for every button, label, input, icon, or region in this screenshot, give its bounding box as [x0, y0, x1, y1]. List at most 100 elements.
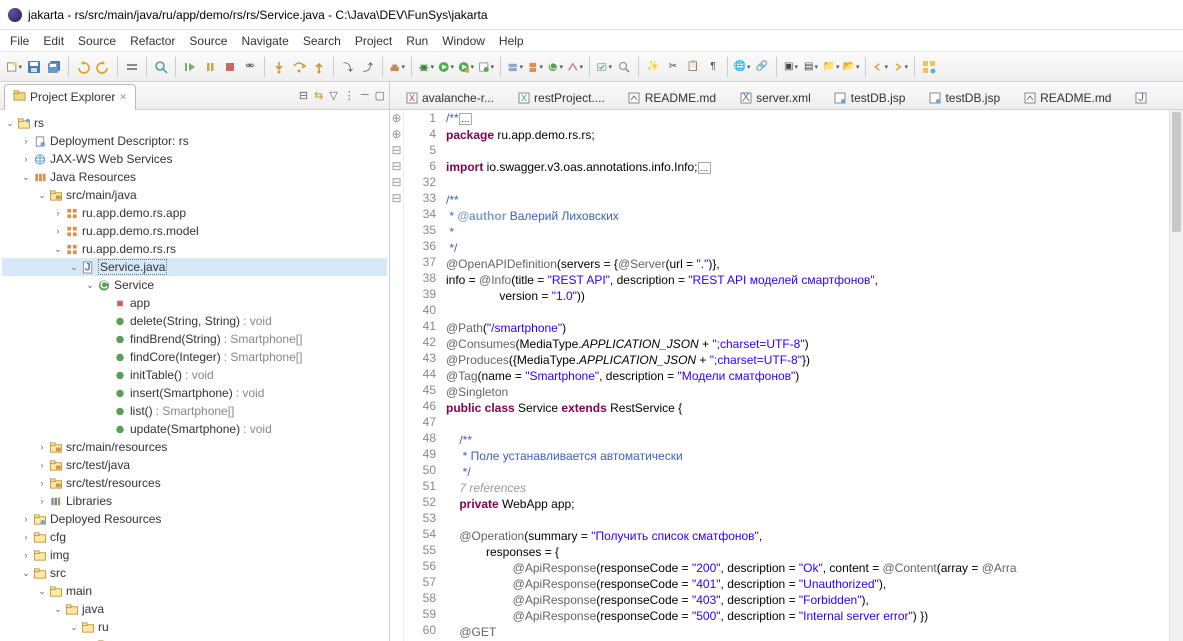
view-menu-icon[interactable]: ⋮: [344, 89, 355, 102]
link-button[interactable]: 🔗: [754, 59, 770, 75]
project-explorer-tab[interactable]: Project Explorer ✕: [4, 84, 136, 110]
project-tree[interactable]: ⌄rs ›Deployment Descriptor: rs ›JAX-WS W…: [0, 110, 389, 641]
tree-item-method-list[interactable]: ›list(): Smartphone[]: [2, 402, 387, 420]
menu-search[interactable]: Search: [303, 34, 341, 48]
tree-item-method-delete[interactable]: ›delete(String, String): void: [2, 312, 387, 330]
tree-item-method-update[interactable]: ›update(Smartphone): void: [2, 420, 387, 438]
collapse-all-icon[interactable]: ⊟: [299, 89, 308, 102]
menu-source[interactable]: Source: [78, 34, 116, 48]
tab-readme2[interactable]: README.md: [1012, 85, 1122, 109]
new-button[interactable]: [6, 59, 22, 75]
suspend-button[interactable]: [202, 59, 218, 75]
tab-testdb2[interactable]: testDB.jsp: [917, 85, 1011, 109]
perspective-button[interactable]: [921, 59, 937, 75]
tree-item-pkg-model[interactable]: ›ru.app.demo.rs.model: [2, 222, 387, 240]
tree-item-srctestres[interactable]: ›src/test/resources: [2, 474, 387, 492]
new-server-button[interactable]: [507, 59, 523, 75]
tree-item-img[interactable]: ›img: [2, 546, 387, 564]
link-editor-icon[interactable]: ⇆: [314, 89, 323, 102]
step-over-button[interactable]: [291, 59, 307, 75]
new-java-button[interactable]: [527, 59, 543, 75]
tree-item-method-insert[interactable]: ›insert(Smartphone): void: [2, 384, 387, 402]
run-last-button[interactable]: [478, 59, 494, 75]
debug-button[interactable]: [418, 59, 434, 75]
tab-avalanche[interactable]: xavalanche-r...: [394, 85, 505, 109]
menu-refactor[interactable]: Refactor: [130, 34, 175, 48]
tree-item-service-java[interactable]: ⌄JService.java: [2, 258, 387, 276]
coverage-button[interactable]: [458, 59, 474, 75]
undo-button[interactable]: [75, 59, 91, 75]
new-class-button[interactable]: C: [547, 59, 563, 75]
tree-item-srctestjava[interactable]: ›src/test/java: [2, 456, 387, 474]
tree-item-deployed[interactable]: ›Deployed Resources: [2, 510, 387, 528]
menu-edit[interactable]: Edit: [43, 34, 64, 48]
fold-ruler[interactable]: ⊕⊕⊟⊟⊟⊟: [390, 110, 404, 641]
tree-item-libraries[interactable]: ›Libraries: [2, 492, 387, 510]
cut-button[interactable]: ✂: [665, 59, 681, 75]
step-into-button[interactable]: [271, 59, 287, 75]
open-task-button[interactable]: [596, 59, 612, 75]
back-button[interactable]: [872, 59, 888, 75]
folder-button[interactable]: 📁: [823, 59, 839, 75]
redo-button[interactable]: [95, 59, 111, 75]
tree-item-deploy[interactable]: ›Deployment Descriptor: rs: [2, 132, 387, 150]
tab-serverxml[interactable]: Xserver.xml: [728, 85, 822, 109]
tree-item-jaxws[interactable]: ›JAX-WS Web Services: [2, 150, 387, 168]
menu-navigate[interactable]: Navigate: [241, 34, 288, 48]
folder2-button[interactable]: 📂: [843, 59, 859, 75]
disconnect-button[interactable]: ⚮: [242, 59, 258, 75]
tab-readme1[interactable]: README.md: [617, 85, 727, 109]
tree-item-method-inittable[interactable]: ›initTable(): void: [2, 366, 387, 384]
run-button[interactable]: [438, 59, 454, 75]
tree-item-cfg[interactable]: ›cfg: [2, 528, 387, 546]
tree-item-main[interactable]: ⌄main: [2, 582, 387, 600]
terminate-button[interactable]: [222, 59, 238, 75]
drop-frame-button[interactable]: ⤵: [340, 59, 356, 75]
save-all-button[interactable]: [46, 59, 62, 75]
tree-item-method-findcore[interactable]: ›findCore(Integer): Smartphone[]: [2, 348, 387, 366]
minimize-icon[interactable]: ─: [361, 89, 369, 102]
menu-run[interactable]: Run: [406, 34, 428, 48]
code-content[interactable]: /**… package ru.app.demo.rs.rs; import i…: [444, 110, 1183, 641]
tree-item-src[interactable]: ⌄src: [2, 564, 387, 582]
text-button[interactable]: ¶: [705, 59, 721, 75]
close-icon[interactable]: ✕: [119, 92, 127, 103]
tree-item-appf[interactable]: ›app: [2, 636, 387, 641]
resume-button[interactable]: [182, 59, 198, 75]
tree-item-pkg-app[interactable]: ›ru.app.demo.rs.app: [2, 204, 387, 222]
forward-button[interactable]: [892, 59, 908, 75]
source-editor[interactable]: ⊕⊕⊟⊟⊟⊟ 145632333435363738394041424344454…: [390, 110, 1183, 641]
menu-help[interactable]: Help: [499, 34, 524, 48]
tab-more[interactable]: J: [1123, 85, 1158, 109]
build-button[interactable]: [389, 59, 405, 75]
step-filter-button[interactable]: ⤴: [360, 59, 376, 75]
tree-project-root[interactable]: ⌄rs: [2, 114, 387, 132]
menu-file[interactable]: File: [10, 34, 29, 48]
menu-project[interactable]: Project: [355, 34, 392, 48]
tree-item-field-app[interactable]: ›app: [2, 294, 387, 312]
menu-window[interactable]: Window: [442, 34, 485, 48]
open-type-button[interactable]: [567, 59, 583, 75]
scrollbar-thumb[interactable]: [1172, 112, 1181, 232]
tree-item-ru[interactable]: ⌄ru: [2, 618, 387, 636]
tree-item-srcmainres[interactable]: ›src/main/resources: [2, 438, 387, 456]
tree-item-java[interactable]: ⌄java: [2, 600, 387, 618]
tree-item-service-class[interactable]: ⌄CService: [2, 276, 387, 294]
tree-item-javares[interactable]: ⌄Java Resources: [2, 168, 387, 186]
tree-item-method-findbrend[interactable]: ›findBrend(String): Smartphone[]: [2, 330, 387, 348]
paste-button[interactable]: 📋: [685, 59, 701, 75]
planet-button[interactable]: 🌐: [734, 59, 750, 75]
collapse-button[interactable]: ▣: [783, 59, 799, 75]
tab-restproject[interactable]: xrestProject....: [506, 85, 616, 109]
search-button[interactable]: [153, 59, 169, 75]
tab-testdb1[interactable]: testDB.jsp: [823, 85, 917, 109]
maximize-icon[interactable]: ▢: [375, 89, 385, 102]
save-button[interactable]: [26, 59, 42, 75]
menu-source2[interactable]: Source: [189, 34, 227, 48]
step-return-button[interactable]: [311, 59, 327, 75]
tree-item-srcmain[interactable]: ⌄src/main/java: [2, 186, 387, 204]
wand-button[interactable]: ✨: [645, 59, 661, 75]
vertical-scrollbar[interactable]: [1169, 110, 1183, 641]
expand-button[interactable]: ▤: [803, 59, 819, 75]
tree-item-pkg-rs[interactable]: ⌄ru.app.demo.rs.rs: [2, 240, 387, 258]
